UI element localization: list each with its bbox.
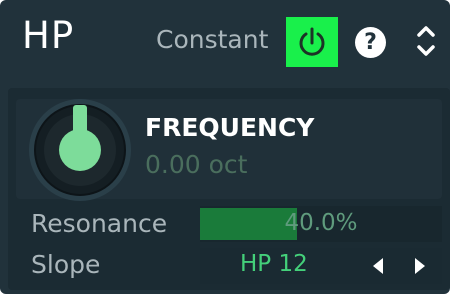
triangle-left-icon [373, 258, 383, 274]
slope-selector[interactable]: HP 12 [200, 248, 442, 284]
mode-label[interactable]: Constant [156, 25, 268, 54]
panel-title: HP [22, 14, 75, 57]
slope-value: HP 12 [240, 251, 308, 277]
frequency-value[interactable]: 0.00 oct [145, 150, 247, 179]
panel-header: HP Constant ? [0, 0, 450, 76]
slope-label: Slope [31, 250, 101, 279]
hp-filter-panel: HP Constant ? FREQUENCY 0.00 oct Resonan… [0, 0, 450, 294]
up-down-chevron-icon [417, 26, 435, 56]
power-button[interactable] [286, 17, 338, 67]
slope-next-button[interactable] [408, 256, 430, 276]
help-icon: ? [364, 30, 377, 55]
slope-prev-button[interactable] [368, 256, 390, 276]
triangle-right-icon [415, 258, 425, 274]
power-icon [299, 27, 325, 56]
frequency-knob[interactable] [28, 98, 132, 202]
resonance-value: 40.0% [284, 210, 358, 236]
resonance-label: Resonance [31, 209, 168, 238]
help-button[interactable]: ? [355, 27, 386, 58]
resonance-slider[interactable]: 40.0% [200, 206, 442, 242]
expand-collapse-button[interactable] [413, 22, 439, 60]
frequency-label: FREQUENCY [145, 113, 315, 142]
